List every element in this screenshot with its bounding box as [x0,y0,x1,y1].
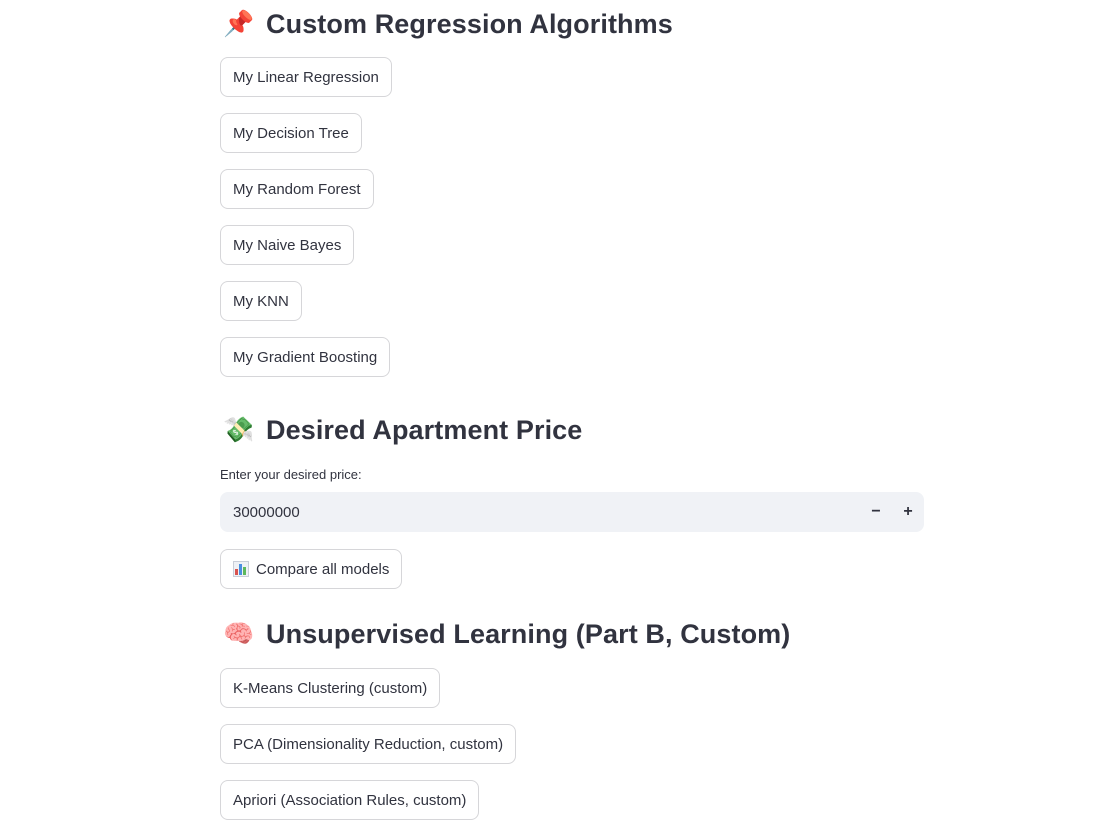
regression-title: Custom Regression Algorithms [266,8,673,39]
regression-heading: 📌 Custom Regression Algorithms [220,0,924,48]
brain-icon: 🧠 [223,619,255,648]
money-with-wings-icon: 💸 [223,415,255,444]
unsupervised-heading: 🧠 Unsupervised Learning (Part B, Custom) [220,610,924,658]
compare-button-label: Compare all models [256,560,390,578]
price-number-input[interactable]: 30000000 − + [220,492,924,532]
naive-bayes-button[interactable]: My Naive Bayes [220,225,355,265]
decrement-button[interactable]: − [860,492,892,532]
price-input-value[interactable]: 30000000 [220,504,860,521]
kmeans-button[interactable]: K-Means Clustering (custom) [220,668,441,708]
random-forest-button[interactable]: My Random Forest [220,169,374,209]
bar-chart-icon [233,561,249,577]
unsupervised-title: Unsupervised Learning (Part B, Custom) [266,618,791,649]
main-content: 📌 Custom Regression Algorithms My Linear… [220,0,924,836]
price-input-label: Enter your desired price: [220,467,362,482]
decision-tree-button[interactable]: My Decision Tree [220,113,362,153]
apriori-button[interactable]: Apriori (Association Rules, custom) [220,780,480,820]
price-title: Desired Apartment Price [266,414,583,445]
compare-all-models-button[interactable]: Compare all models [220,549,403,589]
gradient-boosting-button[interactable]: My Gradient Boosting [220,337,391,377]
pushpin-icon: 📌 [223,9,255,38]
knn-button[interactable]: My KNN [220,281,302,321]
increment-button[interactable]: + [892,492,924,532]
linear-regression-button[interactable]: My Linear Regression [220,57,392,97]
price-heading: 💸 Desired Apartment Price [220,406,924,454]
pca-button[interactable]: PCA (Dimensionality Reduction, custom) [220,724,517,764]
